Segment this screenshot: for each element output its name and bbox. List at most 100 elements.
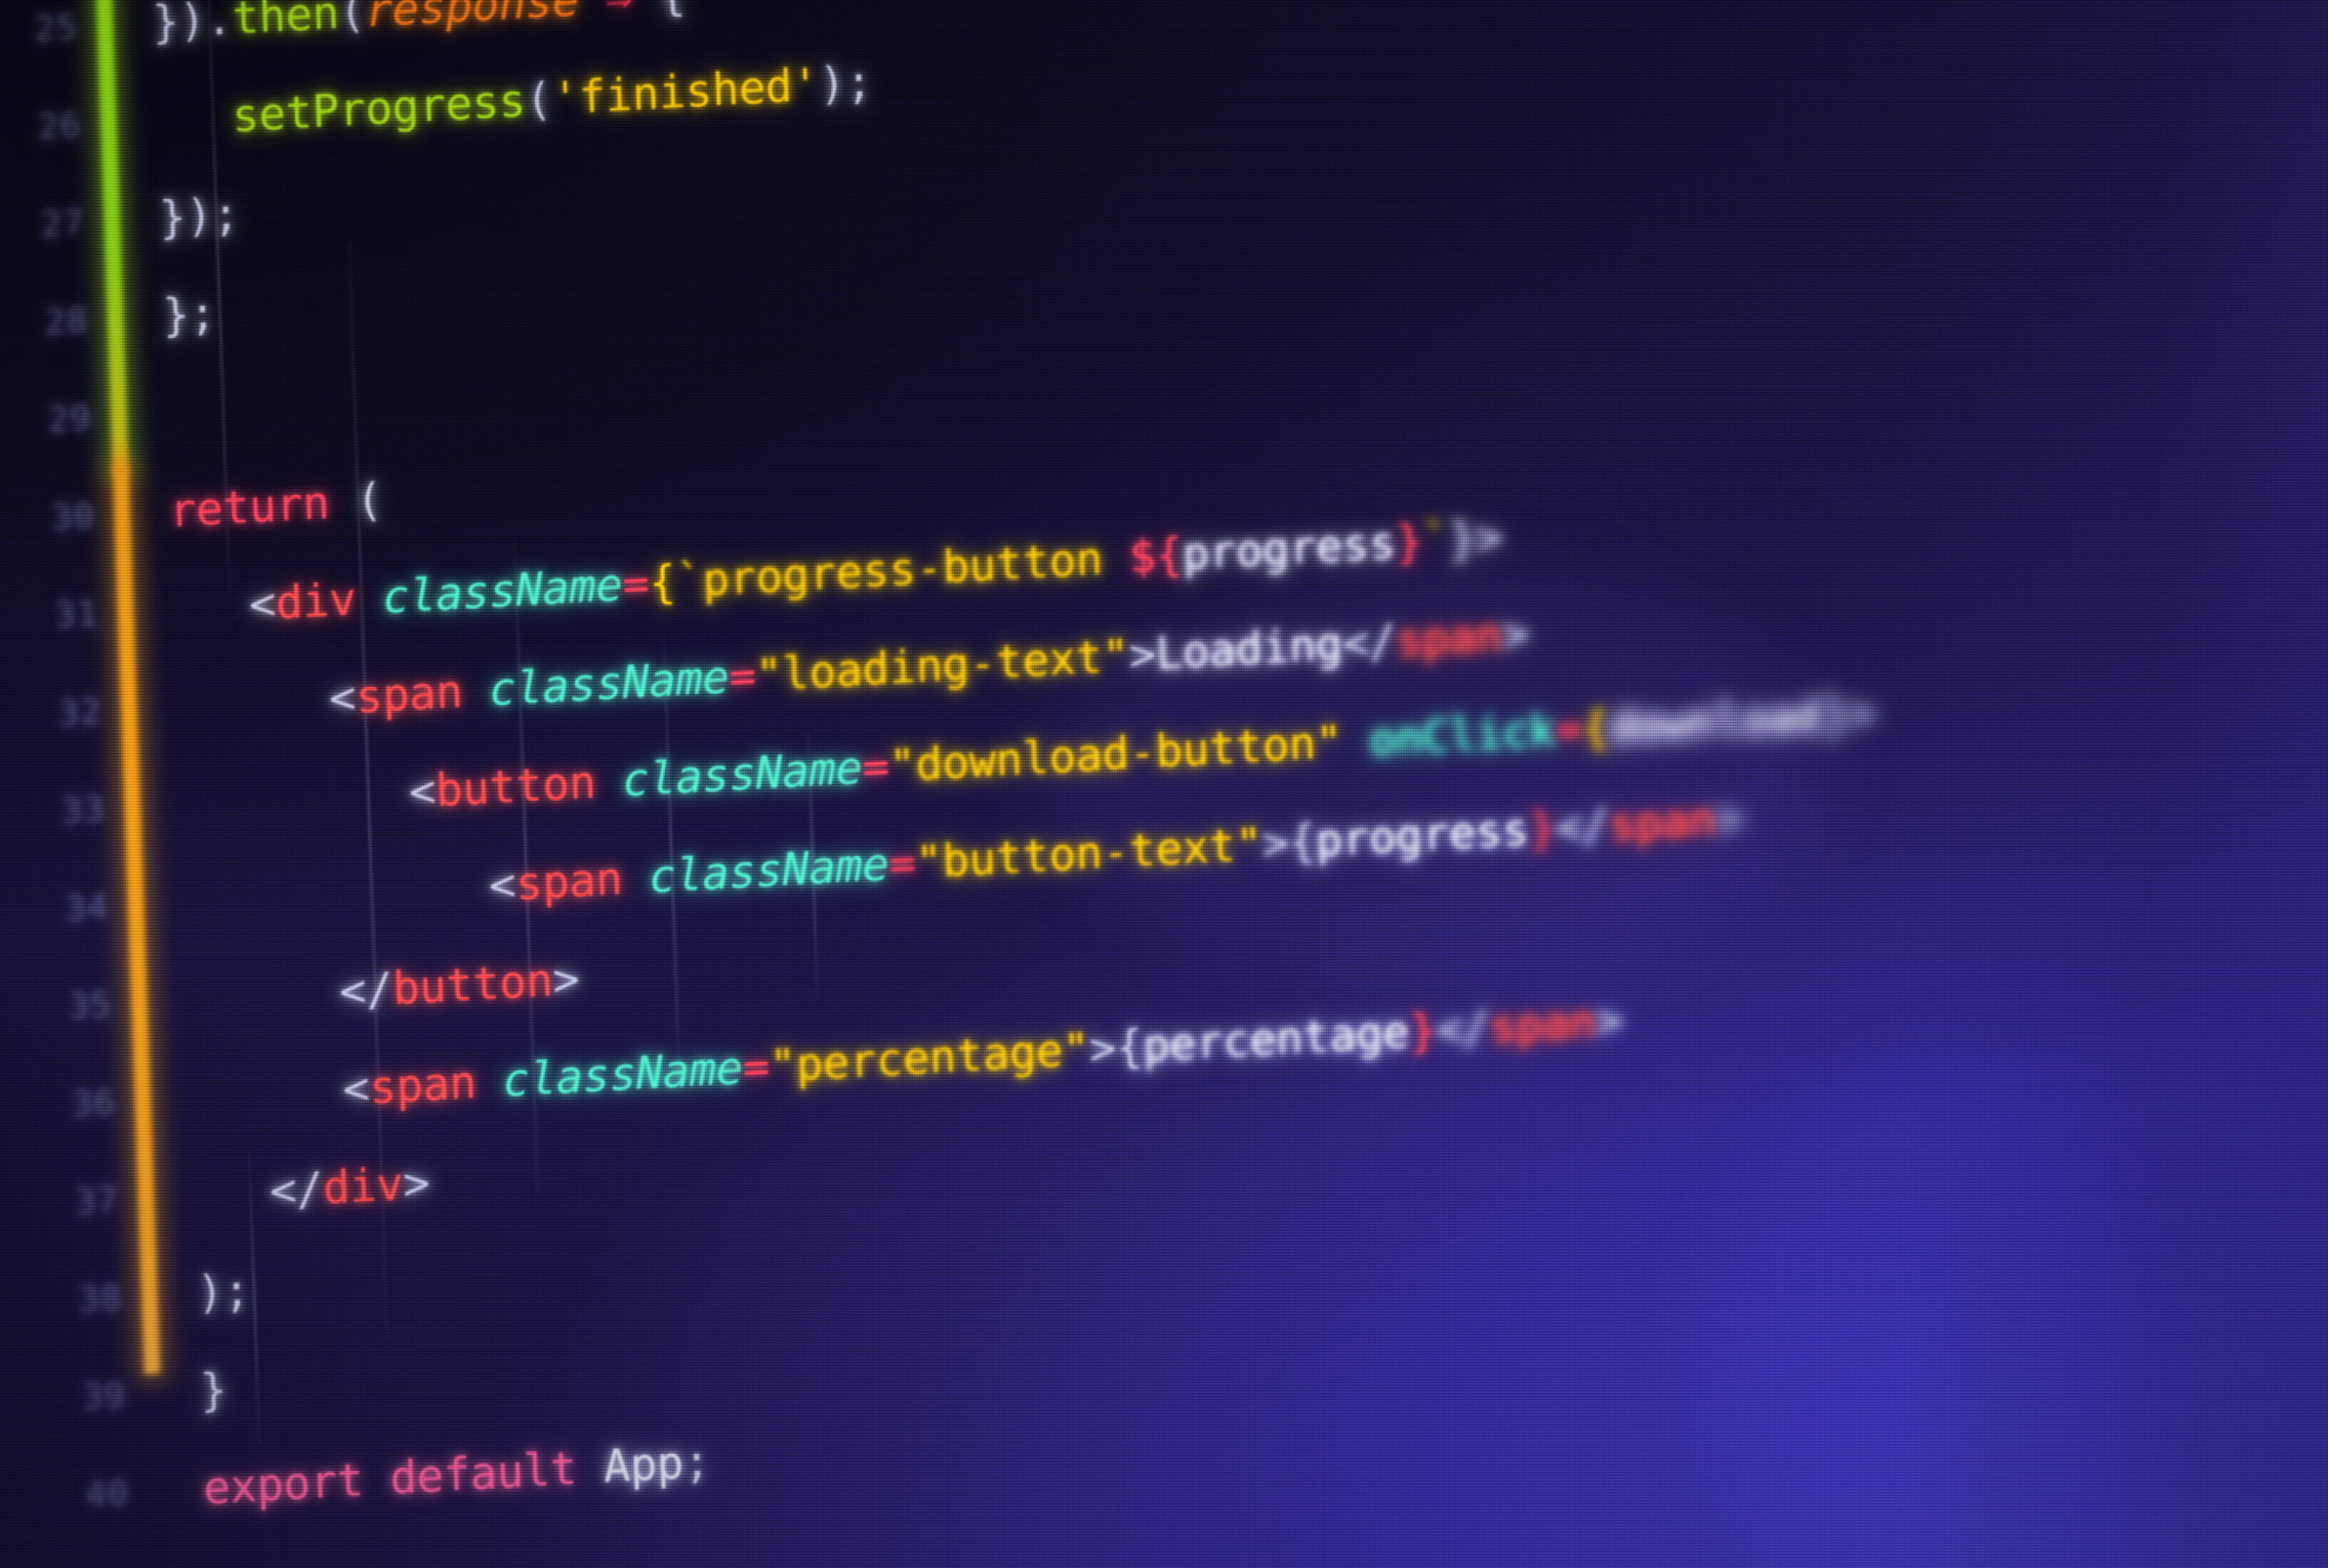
code-token [475, 1058, 503, 1105]
code-token: ( [338, 0, 366, 35]
code-token: className [488, 654, 730, 713]
code-line[interactable]: }); [158, 191, 239, 241]
code-token: }> [1821, 690, 1876, 738]
code-token: className [502, 1045, 744, 1103]
code-token [462, 667, 490, 713]
code-token: span [355, 669, 463, 720]
code-token: "button-text" [915, 821, 1263, 885]
code-token: </ [338, 966, 393, 1014]
code-token: > [402, 1160, 430, 1207]
code-line[interactable]: } [199, 1367, 228, 1413]
code-token: </ [269, 1166, 324, 1214]
code-token: "download-button" [888, 719, 1343, 788]
code-token: ( [329, 477, 384, 525]
code-token: setProgress [231, 78, 526, 139]
code-token [576, 1444, 604, 1491]
code-editor-plane: 25 26 27 28 29 30 31 32 33 34 35 36 37 38 39 40 }).then… [0, 0, 2328, 1568]
code-token [595, 758, 623, 804]
code-token: }> [1448, 514, 1503, 562]
line-number: 34 [64, 886, 110, 929]
code-line[interactable]: <span className="button-text">{progress}… [488, 795, 1743, 908]
line-number: 40 [85, 1473, 130, 1515]
code-token [621, 855, 650, 901]
code-token: className [648, 841, 890, 900]
code-token: "percentage" [769, 1027, 1090, 1089]
code-token: ( [525, 76, 553, 123]
code-token: { [631, 0, 686, 19]
code-token: App [603, 1440, 684, 1490]
code-token [1341, 717, 1369, 764]
code-token: Loading [1155, 621, 1343, 676]
code-token: percentage [1142, 1009, 1410, 1069]
code-token: div [275, 577, 356, 626]
line-number: 28 [44, 300, 89, 343]
code-token: </ [1341, 618, 1396, 666]
code-line[interactable]: </div> [269, 1160, 431, 1214]
code-token: } [1408, 1008, 1437, 1054]
code-line[interactable]: </button> [338, 956, 580, 1014]
code-line[interactable]: export default App; [203, 1438, 711, 1511]
code-token: div [322, 1161, 403, 1211]
code-token: = [1555, 706, 1583, 753]
code-token: > [1715, 795, 1743, 842]
code-token: = [861, 744, 889, 790]
code-token: > [1128, 631, 1156, 678]
code-token: . [204, 0, 233, 42]
line-number: 30 [51, 495, 96, 538]
line-number: 29 [47, 398, 92, 440]
code-token: > [1595, 997, 1623, 1044]
code-token: then [231, 0, 339, 41]
code-line[interactable]: <div className={`progress-button ${progr… [248, 514, 1503, 627]
code-token: </ [1435, 1004, 1490, 1052]
code-line[interactable]: <span className="percentage">{percentage… [342, 997, 1623, 1112]
code-token: ${ [1128, 532, 1183, 580]
code-token: { [1581, 705, 1610, 751]
code-line[interactable]: }).then(response ⇒ { [151, 0, 686, 45]
code-token: ); [818, 59, 873, 107]
code-token: "loading-text" [755, 633, 1130, 698]
monitor-screen: 25 26 27 28 29 30 31 32 33 34 35 36 37 38 39 40 }).then… [0, 0, 2328, 1568]
code-token: ); [196, 1268, 251, 1316]
line-number: 35 [68, 984, 113, 1027]
code-token: response [365, 0, 580, 34]
code-token: < [408, 768, 436, 815]
code-token: className [621, 745, 863, 803]
code-token: export default [203, 1446, 577, 1511]
code-token: button [435, 759, 597, 813]
code-line[interactable]: <span className="loading-text">Loading</… [328, 611, 1529, 721]
code-token: </ [1555, 802, 1610, 850]
line-number: 37 [75, 1180, 120, 1223]
code-token: button [392, 957, 553, 1011]
code-token [355, 575, 383, 621]
code-token: > [552, 956, 580, 1003]
code-token: }); [158, 191, 239, 241]
code-token: `progress-button [675, 534, 1130, 604]
line-number: 31 [54, 593, 99, 636]
code-token: className [382, 562, 623, 620]
code-token: span [1608, 797, 1716, 847]
line-number: 36 [71, 1082, 116, 1125]
code-token: < [488, 862, 516, 908]
code-line[interactable]: }; [162, 290, 217, 338]
code-token: < [328, 674, 356, 721]
line-number: 38 [78, 1278, 123, 1320]
line-number: 39 [81, 1375, 126, 1418]
line-number: 33 [61, 789, 106, 831]
code-token: } [1528, 805, 1556, 852]
line-number: 27 [40, 203, 86, 245]
code-token: ; [683, 1438, 711, 1485]
code-line[interactable]: setProgress('finished'); [231, 59, 873, 139]
code-token: >{ [1261, 818, 1316, 866]
code-token: } [1395, 519, 1423, 565]
code-token: span [1488, 999, 1597, 1050]
code-token: ` [1422, 517, 1450, 564]
code-token: span [1395, 612, 1503, 663]
code-token: span [369, 1059, 477, 1110]
gutter-indicator-green[interactable] [95, 0, 129, 473]
code-token [578, 0, 606, 22]
code-token: >{ [1088, 1023, 1143, 1071]
line-number: 25 [33, 7, 79, 50]
code-line[interactable]: return ( [168, 477, 383, 534]
gutter-indicator-orange[interactable] [112, 467, 161, 1375]
code-line[interactable]: ); [196, 1268, 251, 1316]
